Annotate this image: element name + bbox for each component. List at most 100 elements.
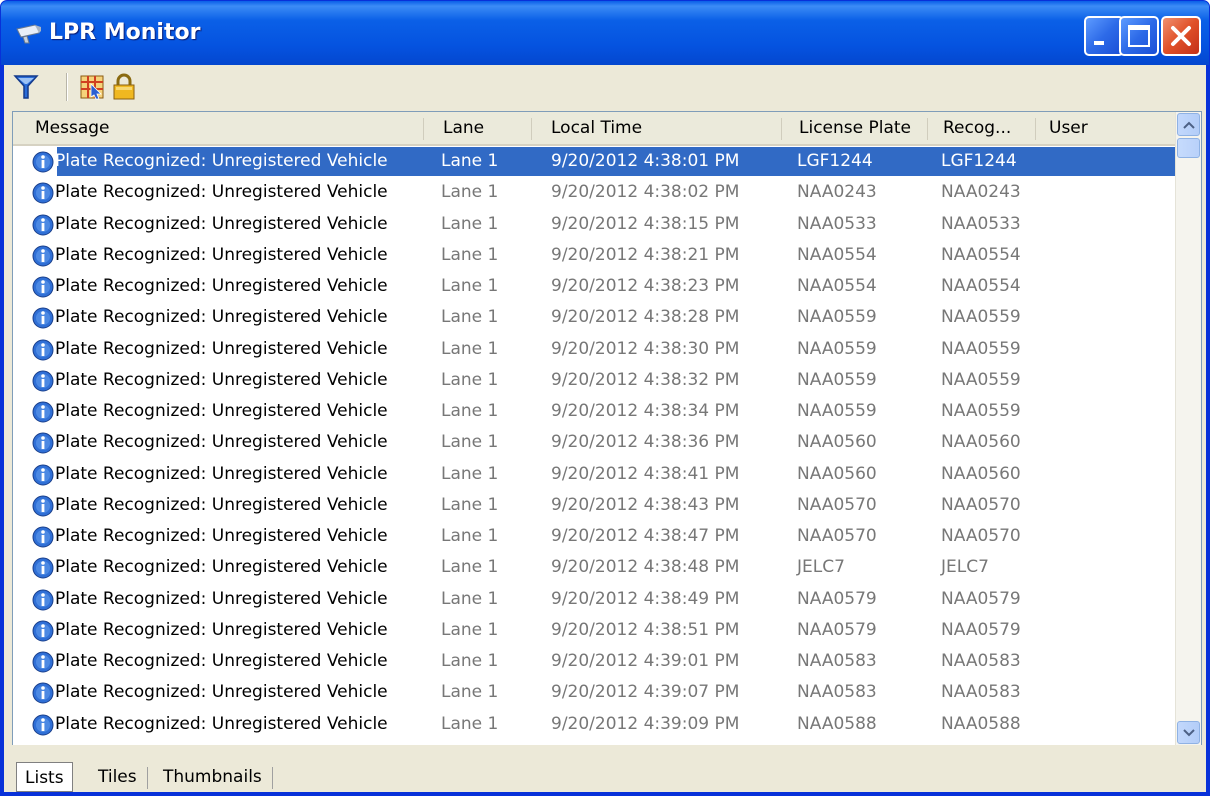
cell-license-plate: LGF1244 (797, 151, 873, 171)
cell-lane: Lane 1 (441, 276, 499, 296)
minimize-icon (1094, 41, 1104, 45)
view-mode-bar: Lists Tiles Thumbnails (4, 745, 1206, 792)
cell-recognized: NAA0583 (941, 651, 1021, 671)
cell-license-plate: NAA0533 (797, 213, 877, 234)
scroll-down-button[interactable] (1177, 721, 1200, 744)
table-row[interactable]: Plate Recognized: Unregistered Vehicle La… (13, 396, 1175, 427)
cell-recognized: LGF1244 (941, 151, 1017, 171)
scroll-thumb[interactable] (1177, 138, 1200, 158)
cell-license-plate: NAA0588 (797, 713, 877, 734)
column-divider[interactable] (781, 118, 782, 140)
table-row[interactable]: Plate Recognized: Unregistered Vehicle La… (13, 427, 1175, 458)
column-divider[interactable] (927, 118, 928, 140)
scroll-up-button[interactable] (1177, 113, 1200, 136)
info-icon (32, 557, 54, 579)
info-icon (32, 682, 54, 704)
table-row[interactable]: Plate Recognized: Unregistered Vehicle La… (13, 552, 1175, 583)
vertical-scrollbar[interactable] (1175, 112, 1201, 746)
table-row[interactable]: Plate Recognized: Unregistered Vehicle La… (13, 677, 1175, 708)
cell-lane: Lane 1 (441, 401, 499, 421)
list-rows: Plate Recognized: Unregistered Vehicle La… (13, 146, 1175, 740)
info-icon (32, 432, 54, 454)
title-bar[interactable]: LPR Monitor (1, 1, 1209, 65)
cell-license-plate: NAA0559 (797, 401, 877, 421)
cell-local-time: 9/20/2012 4:38:01 PM (551, 151, 740, 171)
column-divider[interactable] (1035, 118, 1036, 140)
cell-message: Plate Recognized: Unregistered Vehicle (55, 588, 388, 609)
tab-thumbnails[interactable]: Thumbnails (155, 762, 270, 792)
column-header-message[interactable]: Message (23, 112, 423, 144)
cell-local-time: 9/20/2012 4:38:02 PM (551, 182, 740, 203)
table-row[interactable]: Plate Recognized: Unregistered Vehicle La… (13, 709, 1175, 740)
column-header-recognized[interactable]: Recog... (931, 112, 1035, 144)
cell-message: Plate Recognized: Unregistered Vehicle (55, 307, 388, 328)
table-row[interactable]: Plate Recognized: Unregistered Vehicle La… (13, 615, 1175, 646)
cell-recognized: NAA0570 (941, 494, 1021, 515)
column-divider[interactable] (423, 118, 424, 140)
cell-lane: Lane 1 (441, 526, 499, 546)
cell-lane: Lane 1 (441, 463, 499, 484)
cell-message: Plate Recognized: Unregistered Vehicle (55, 713, 388, 734)
cell-lane: Lane 1 (441, 494, 499, 515)
close-icon (1171, 26, 1191, 46)
column-header-local-time[interactable]: Local Time (539, 112, 781, 144)
cell-message: Plate Recognized: Unregistered Vehicle (55, 151, 388, 171)
table-row[interactable]: Plate Recognized: Unregistered Vehicle La… (13, 459, 1175, 490)
info-icon (32, 245, 54, 267)
table-row[interactable]: Plate Recognized: Unregistered Vehicle La… (13, 302, 1175, 333)
cell-local-time: 9/20/2012 4:38:36 PM (551, 432, 740, 453)
cell-recognized: NAA0579 (941, 588, 1021, 609)
column-header-license-plate[interactable]: License Plate (787, 112, 927, 144)
filter-icon (13, 75, 39, 99)
info-icon (32, 589, 54, 610)
cell-lane: Lane 1 (441, 557, 499, 578)
table-row[interactable]: Plate Recognized: Unregistered Vehicle La… (13, 365, 1175, 396)
table-row[interactable]: Plate Recognized: Unregistered Vehicle La… (13, 521, 1175, 552)
column-header-user[interactable]: User (1037, 112, 1175, 144)
tab-lists[interactable]: Lists (16, 762, 73, 792)
cell-license-plate: NAA0554 (797, 276, 877, 296)
close-button[interactable] (1161, 16, 1201, 56)
lock-button[interactable] (108, 71, 140, 103)
cell-recognized: NAA0570 (941, 526, 1021, 546)
table-row[interactable]: Plate Recognized: Unregistered Vehicle La… (13, 146, 1175, 177)
cell-license-plate: NAA0583 (797, 682, 877, 703)
cell-recognized: NAA0559 (941, 369, 1021, 390)
cell-lane: Lane 1 (441, 182, 499, 203)
table-row[interactable]: Plate Recognized: Unregistered Vehicle La… (13, 209, 1175, 240)
cell-lane: Lane 1 (441, 713, 499, 734)
events-list[interactable]: Message Lane Local Time License Plate Re… (12, 111, 1202, 747)
table-row[interactable]: Plate Recognized: Unregistered Vehicle La… (13, 334, 1175, 365)
cell-local-time: 9/20/2012 4:38:30 PM (551, 338, 740, 359)
filter-button[interactable] (10, 71, 42, 103)
map-select-button[interactable] (76, 71, 108, 103)
table-row[interactable]: Plate Recognized: Unregistered Vehicle La… (13, 240, 1175, 271)
info-icon (32, 620, 54, 642)
cell-recognized: NAA0554 (941, 244, 1021, 265)
cell-license-plate: NAA0559 (797, 338, 877, 359)
info-icon (32, 151, 54, 173)
tab-tiles[interactable]: Tiles (90, 762, 145, 792)
table-row[interactable]: Plate Recognized: Unregistered Vehicle La… (13, 271, 1175, 302)
table-row[interactable]: Plate Recognized: Unregistered Vehicle La… (13, 646, 1175, 677)
cell-local-time: 9/20/2012 4:38:48 PM (551, 557, 740, 578)
cell-recognized: NAA0583 (941, 682, 1021, 703)
maximize-button[interactable] (1119, 16, 1159, 56)
lpr-monitor-window: LPR Monitor Message Lane Local Time Lice… (0, 0, 1210, 796)
info-icon (32, 526, 54, 548)
chevron-down-icon (1182, 728, 1195, 736)
cell-license-plate: NAA0560 (797, 432, 877, 453)
cell-local-time: 9/20/2012 4:38:41 PM (551, 463, 740, 484)
info-icon (32, 370, 54, 392)
info-icon (32, 307, 54, 329)
info-icon (32, 714, 54, 735)
client-area: Message Lane Local Time License Plate Re… (4, 65, 1206, 792)
column-header-lane[interactable]: Lane (431, 112, 531, 144)
cell-local-time: 9/20/2012 4:38:49 PM (551, 588, 740, 609)
column-divider[interactable] (531, 118, 532, 140)
minimize-button[interactable] (1084, 16, 1124, 56)
map-select-icon (80, 75, 104, 100)
table-row[interactable]: Plate Recognized: Unregistered Vehicle La… (13, 490, 1175, 521)
table-row[interactable]: Plate Recognized: Unregistered Vehicle La… (13, 584, 1175, 615)
table-row[interactable]: Plate Recognized: Unregistered Vehicle La… (13, 177, 1175, 208)
